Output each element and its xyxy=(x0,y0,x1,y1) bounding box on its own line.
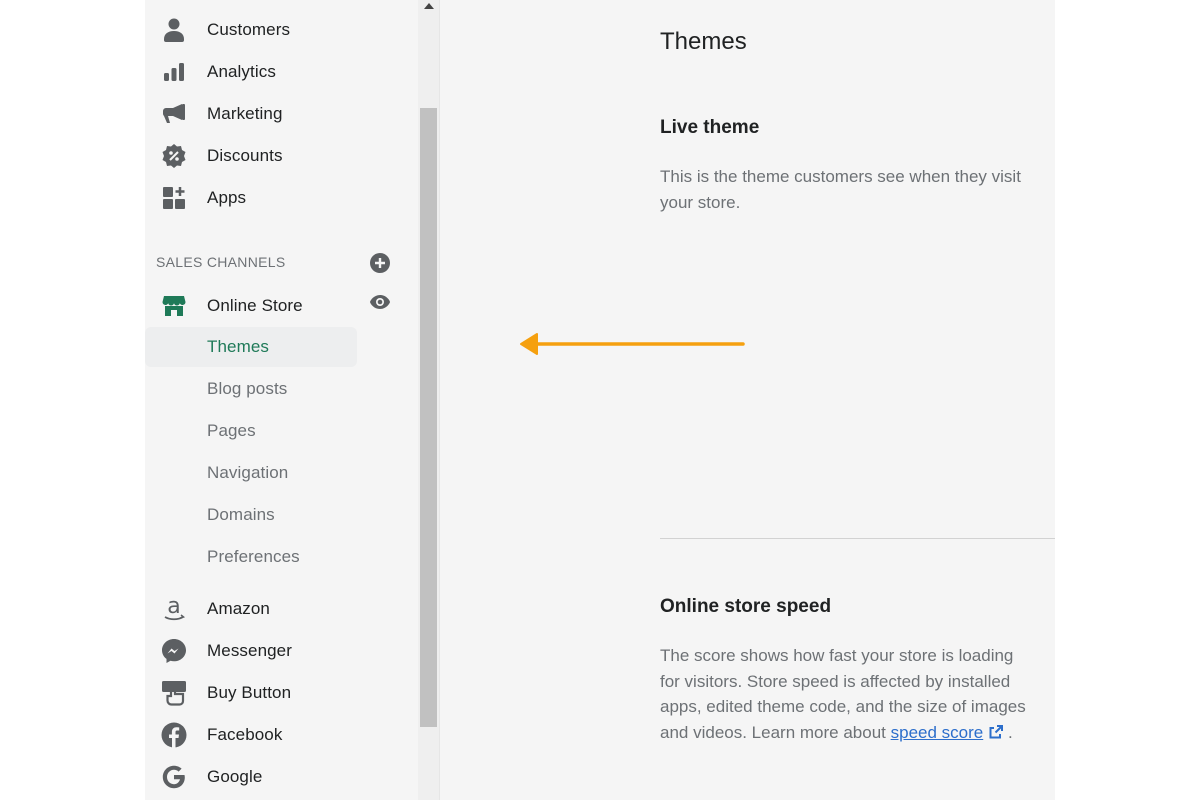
arrow-head-icon xyxy=(520,333,538,355)
google-icon xyxy=(161,764,187,790)
store-speed-suffix: . xyxy=(1003,722,1013,742)
external-link-icon[interactable] xyxy=(989,724,1004,739)
sidebar-item-analytics[interactable]: Analytics xyxy=(145,52,357,92)
sidebar-item-label: Preferences xyxy=(207,547,300,566)
main-content: Themes Live theme This is the theme cust… xyxy=(660,0,1055,800)
messenger-icon xyxy=(161,638,187,664)
discount-badge-icon xyxy=(161,143,187,169)
sidebar-item-label: Messenger xyxy=(207,641,292,660)
amazon-icon: a xyxy=(161,596,187,622)
svg-text:a: a xyxy=(167,596,180,619)
sidebar-item-label: Customers xyxy=(207,20,291,39)
sidebar-item-label: Buy Button xyxy=(207,683,292,702)
apps-grid-icon xyxy=(161,185,187,211)
sidebar-item-label: Domains xyxy=(207,505,275,524)
sidebar-item-google[interactable]: Google xyxy=(145,757,357,797)
sidebar-item-label: Analytics xyxy=(207,62,276,81)
section-divider xyxy=(660,538,1055,539)
sidebar-item-label: Apps xyxy=(207,188,247,207)
sidebar-subitem-pages[interactable]: Pages xyxy=(145,411,357,451)
sidebar-item-label: Marketing xyxy=(207,104,283,123)
sidebar-item-buy-button[interactable]: Buy Button xyxy=(145,673,357,713)
sidebar-subitem-preferences[interactable]: Preferences xyxy=(145,537,357,577)
view-online-store-button[interactable] xyxy=(369,294,391,314)
sidebar-item-label: Pages xyxy=(207,421,256,440)
sidebar-subitem-navigation[interactable]: Navigation xyxy=(145,453,357,493)
store-speed-title: Online store speed xyxy=(660,596,832,617)
scrollbar-thumb[interactable] xyxy=(420,108,437,727)
sidebar-item-label: Google xyxy=(207,767,263,786)
page-title: Themes xyxy=(660,28,747,55)
sidebar-item-apps[interactable]: Apps xyxy=(145,178,357,218)
sidebar-item-label: Online Store xyxy=(207,296,303,315)
sidebar-subitem-themes[interactable]: Themes xyxy=(145,327,357,367)
sidebar-item-label: Themes xyxy=(207,337,270,356)
speed-score-link[interactable]: speed score xyxy=(891,723,984,742)
live-theme-title: Live theme xyxy=(660,117,760,138)
facebook-icon xyxy=(161,722,187,748)
eye-icon xyxy=(370,295,390,309)
bar-chart-icon xyxy=(161,59,187,85)
scroll-up-arrow-icon[interactable] xyxy=(424,3,434,9)
sidebar-item-marketing[interactable]: Marketing xyxy=(145,94,357,134)
sidebar-nav: Customers Analytics Marketing Discounts … xyxy=(145,0,418,800)
plus-circle-icon xyxy=(370,253,390,273)
sidebar-item-label: Blog posts xyxy=(207,379,288,398)
sidebar-item-label: Navigation xyxy=(207,463,289,482)
megaphone-icon xyxy=(161,101,187,127)
sidebar-item-customers[interactable]: Customers xyxy=(145,10,357,50)
sidebar-item-online-store[interactable]: Online Store xyxy=(145,286,357,326)
annotation-arrow xyxy=(520,333,745,355)
storefront-icon xyxy=(161,293,187,319)
sidebar-item-label: Discounts xyxy=(207,146,283,165)
sidebar-scrollbar[interactable] xyxy=(418,0,440,800)
sidebar-item-facebook[interactable]: Facebook xyxy=(145,715,357,755)
add-sales-channel-button[interactable] xyxy=(370,253,390,273)
sidebar-item-discounts[interactable]: Discounts xyxy=(145,136,357,176)
sidebar-item-amazon[interactable]: a Amazon xyxy=(145,589,357,629)
sidebar-item-messenger[interactable]: Messenger xyxy=(145,631,357,671)
sidebar-subitem-blog-posts[interactable]: Blog posts xyxy=(145,369,357,409)
buy-button-icon xyxy=(161,680,187,706)
person-icon xyxy=(161,17,187,43)
app-panel: Customers Analytics Marketing Discounts … xyxy=(145,0,1055,800)
live-theme-description: This is the theme customers see when the… xyxy=(660,167,1021,212)
sales-channels-header: SALES CHANNELS xyxy=(156,254,286,270)
sidebar-subitem-domains[interactable]: Domains xyxy=(145,495,357,535)
store-speed-description: The score shows how fast your store is l… xyxy=(660,643,1030,745)
sidebar-item-label: Facebook xyxy=(207,725,283,744)
sidebar-item-label: Amazon xyxy=(207,599,270,618)
